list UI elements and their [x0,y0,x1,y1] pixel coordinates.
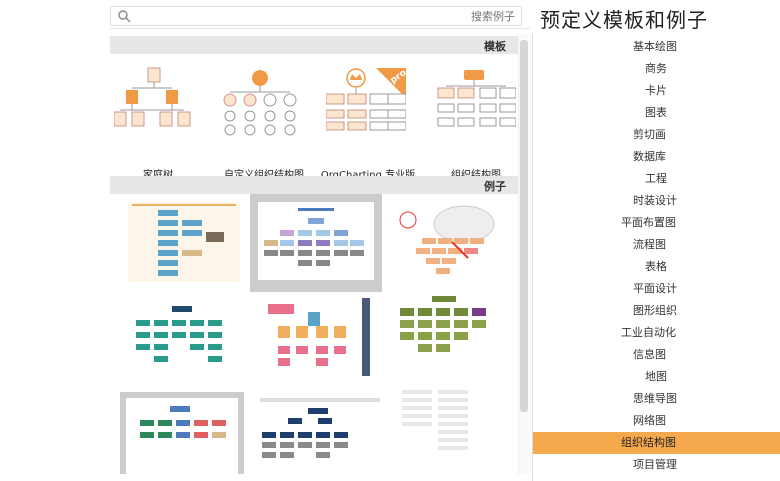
sidebar-item-label: 商务 [645,62,667,75]
template-family-tree[interactable]: 家庭树 [110,62,205,181]
sidebar-item-label: 组织结构图 [621,436,676,449]
sidebar-item-basic[interactable]: 基本绘图 [533,36,780,58]
page-title: 预定义模板和例子 [540,8,708,32]
sidebar-item-label: 地图 [645,370,667,383]
sidebar-item-network[interactable]: 网络图 [533,410,780,432]
sidebar-item-clipart[interactable]: 剪切画 [533,124,780,146]
custom-orgchart-thumbnail-icon [223,70,297,136]
sidebar-item-project-management[interactable]: 项目管理 [533,454,780,476]
sidebar-item-maps[interactable]: 地图 [533,366,780,388]
example-thumbnail[interactable] [392,202,502,300]
category-sidebar: 基本绘图 商务 卡片 图表 剪切画 数据库 工程 时装设计 平面布置图 流程图 … [532,34,780,481]
sidebar-item-orgchart[interactable]: 组织结构图 [533,432,780,454]
template-custom-orgchart[interactable]: 自定义组织结构图 [216,62,311,181]
sidebar-item-industrial[interactable]: 工业自动化 [533,322,780,344]
sidebar-item-label: 表格 [645,260,667,273]
sidebar-item-label: 基本绘图 [633,40,677,53]
family-tree-thumbnail-icon [114,67,191,127]
search-icon[interactable] [117,9,131,23]
sidebar-item-cards[interactable]: 卡片 [533,80,780,102]
sidebar-item-label: 图形组织 [633,304,677,317]
sidebar-item-mindmap[interactable]: 思维导图 [533,388,780,410]
scrollbar-thumb[interactable] [520,40,528,412]
sidebar-item-database[interactable]: 数据库 [533,146,780,168]
example-thumbnail[interactable] [120,392,244,474]
sidebar-item-label: 卡片 [645,84,667,97]
templates-section-header: 模板 [110,36,518,54]
orgchart-thumbnail-icon [437,70,516,127]
sidebar-item-forms[interactable]: 表格 [533,256,780,278]
sidebar-item-fashion[interactable]: 时装设计 [533,190,780,212]
sidebar-item-engineering[interactable]: 工程 [533,168,780,190]
sidebar-item-label: 平面设计 [633,282,677,295]
sidebar-item-charts[interactable]: 图表 [533,102,780,124]
example-thumbnail[interactable] [258,296,382,382]
example-thumbnail[interactable] [132,304,240,374]
example-thumbnail[interactable] [250,194,382,292]
sidebar-item-graphic-design[interactable]: 平面设计 [533,278,780,300]
sidebar-item-label: 平面布置图 [621,216,676,229]
sidebar-item-label: 图表 [645,106,667,119]
sidebar-item-label: 工程 [645,172,667,185]
sidebar-item-floorplan[interactable]: 平面布置图 [533,212,780,234]
sidebar-item-label: 工业自动化 [621,326,676,339]
sidebar-item-label: 信息图 [633,348,666,361]
sidebar-item-label: 流程图 [633,238,666,251]
sidebar-item-label: 时装设计 [633,194,677,207]
template-gallery: 模板 组织结构图 [110,34,518,474]
sidebar-item-flowchart[interactable]: 流程图 [533,234,780,256]
example-thumbnail[interactable] [128,202,240,282]
template-orgchart[interactable]: 组织结构图 [428,62,518,181]
example-thumbnail[interactable] [258,396,382,474]
sidebar-item-infographic[interactable]: 信息图 [533,344,780,366]
sidebar-item-graphic-organizer[interactable]: 图形组织 [533,300,780,322]
sidebar-item-label: 剪切画 [633,128,666,141]
sidebar-item-label: 思维导图 [633,392,677,405]
examples-section-header: 例子 [110,176,518,194]
sidebar-item-label: 网络图 [633,414,666,427]
divider [110,28,530,29]
sidebar-item-business[interactable]: 商务 [533,58,780,80]
example-thumbnail[interactable] [392,386,502,474]
template-orgcharting-pro[interactable]: pro OrgCharting 专业版 [320,62,415,181]
sidebar-item-label: 项目管理 [633,458,677,471]
search-input[interactable] [110,6,522,26]
sidebar-item-label: 数据库 [633,150,666,163]
example-thumbnail[interactable] [392,294,502,394]
